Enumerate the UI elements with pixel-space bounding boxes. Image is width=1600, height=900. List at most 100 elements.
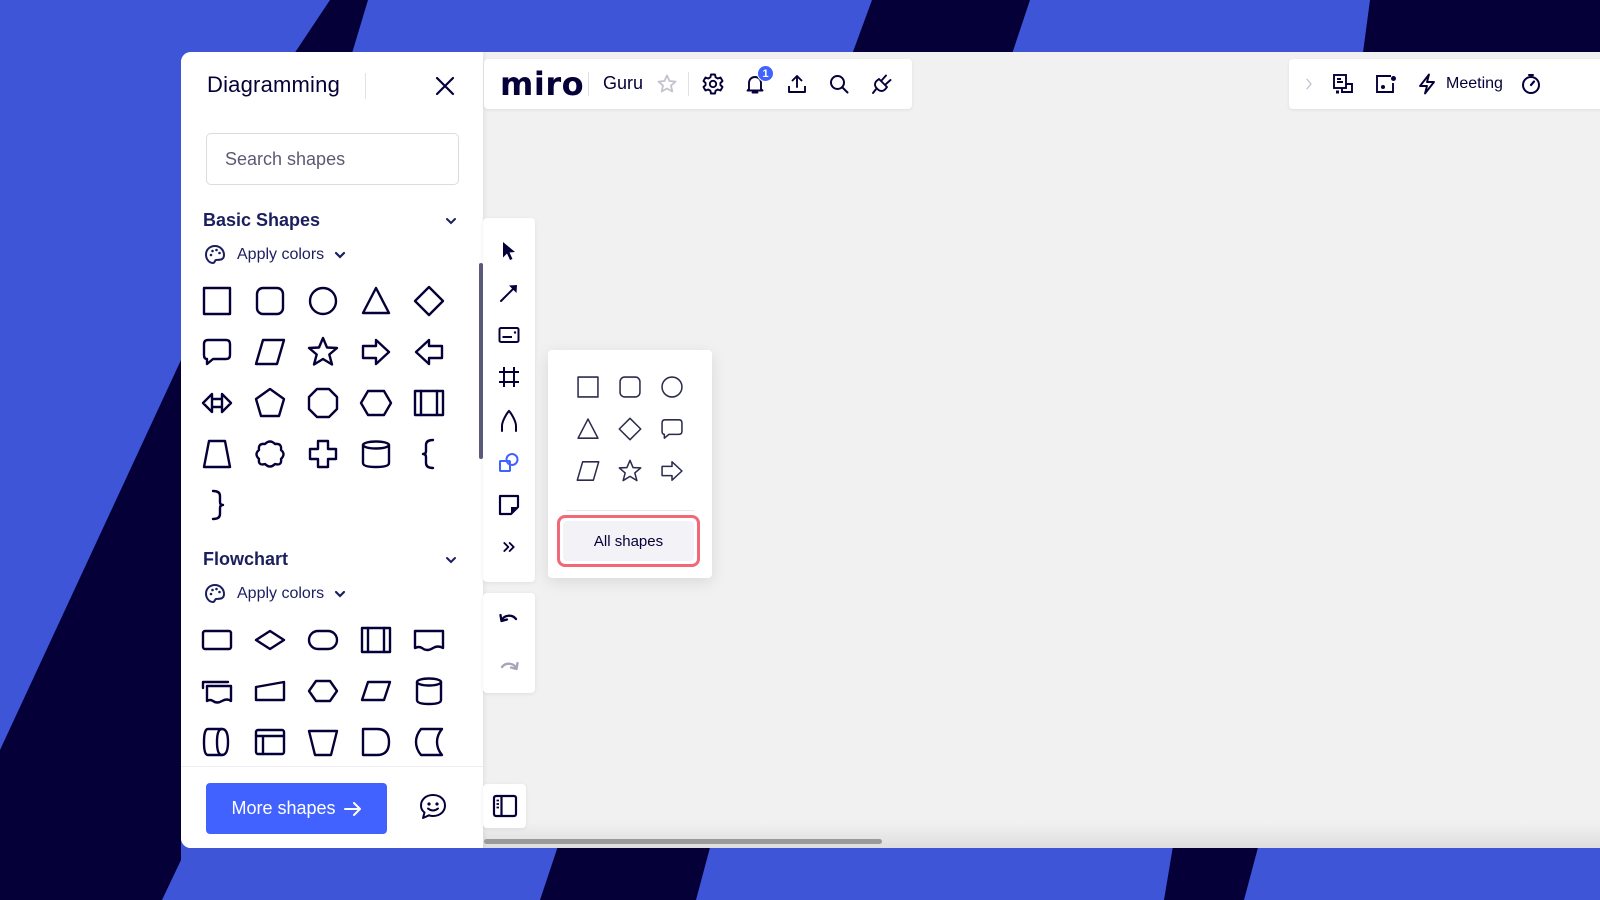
apply-colors-basic[interactable]: Apply colors: [203, 242, 346, 268]
shape-star[interactable]: [613, 454, 647, 488]
tool-sticky-note[interactable]: [495, 491, 523, 519]
chevron-down-icon: [446, 557, 456, 564]
miro-logo[interactable]: miro: [500, 65, 584, 103]
shape-decision[interactable]: [248, 618, 292, 662]
tool-frame[interactable]: [495, 363, 523, 391]
shape-arrow-right[interactable]: [655, 454, 689, 488]
tool-text[interactable]: [495, 321, 523, 349]
shape-triangle[interactable]: [354, 279, 398, 323]
board-name[interactable]: Guru: [603, 73, 643, 94]
shape-trapezoid[interactable]: [195, 432, 239, 476]
shape-rectangle[interactable]: [571, 370, 605, 404]
notification-badge: 1: [757, 65, 774, 82]
shape-arrow-left-right[interactable]: [195, 381, 239, 425]
cross-icon: [308, 439, 338, 469]
presentation-button[interactable]: [1329, 70, 1357, 98]
apps-button[interactable]: [868, 70, 896, 98]
hexagon-icon: [359, 389, 393, 417]
arrow-line-icon: [500, 285, 517, 302]
shape-predefined-process[interactable]: [354, 618, 398, 662]
close-panel-button[interactable]: [431, 72, 459, 100]
expand-button[interactable]: [1299, 70, 1319, 98]
tool-select[interactable]: [495, 237, 523, 265]
shape-brace-right[interactable]: [195, 483, 239, 527]
settings-button[interactable]: [699, 70, 727, 98]
section-flowchart[interactable]: Flowchart: [203, 549, 461, 575]
star-icon: [307, 336, 339, 366]
horizontal-scrollbar[interactable]: [484, 839, 882, 844]
more-shapes-button[interactable]: More shapes: [206, 783, 387, 834]
redo-button[interactable]: [495, 652, 523, 680]
tool-connection-line[interactable]: [495, 279, 523, 307]
shape-process[interactable]: [195, 618, 239, 662]
section-basic-shapes[interactable]: Basic Shapes: [203, 210, 461, 236]
frame-icon: [499, 367, 519, 387]
shape-pentagon[interactable]: [248, 381, 292, 425]
shape-terminator[interactable]: [301, 618, 345, 662]
shape-cross[interactable]: [301, 432, 345, 476]
shape-arrow-right[interactable]: [354, 330, 398, 374]
shape-preparation[interactable]: [301, 669, 345, 713]
shape-document[interactable]: [407, 618, 451, 662]
shape-diamond[interactable]: [407, 279, 451, 323]
shape-database[interactable]: [407, 669, 451, 713]
frames-panel-button[interactable]: [483, 784, 526, 828]
cylinder-icon: [361, 440, 391, 469]
meeting-button[interactable]: [1413, 70, 1441, 98]
shapes-popover: All shapes: [548, 350, 712, 578]
sticky-note-icon: [498, 494, 520, 516]
timer-button[interactable]: [1517, 70, 1545, 98]
shape-triangle[interactable]: [571, 412, 605, 446]
canvas-bottom-edge: [483, 822, 1600, 848]
search-button[interactable]: [825, 70, 853, 98]
shape-predefined-process[interactable]: [407, 381, 451, 425]
shape-rectangle[interactable]: [195, 279, 239, 323]
shape-stored-data[interactable]: [407, 720, 451, 764]
star-board-button[interactable]: [653, 70, 681, 98]
share-button[interactable]: [783, 70, 811, 98]
predefined-process-icon: [413, 389, 445, 417]
screen-share-button[interactable]: [1372, 70, 1400, 98]
circle-icon: [661, 376, 683, 398]
shape-circle[interactable]: [301, 279, 345, 323]
palette-icon: [204, 244, 226, 265]
delay-icon: [361, 727, 391, 757]
notifications-button[interactable]: 1: [741, 65, 774, 98]
shape-hexagon[interactable]: [354, 381, 398, 425]
shape-rounded-rectangle[interactable]: [613, 370, 647, 404]
tool-pen[interactable]: [495, 407, 523, 435]
shape-manual-operation[interactable]: [301, 720, 345, 764]
shape-brace-left[interactable]: [407, 432, 451, 476]
shape-circle[interactable]: [655, 370, 689, 404]
feedback-button[interactable]: [417, 791, 449, 823]
shape-data[interactable]: [354, 669, 398, 713]
shape-speech-bubble[interactable]: [195, 330, 239, 374]
shape-arrow-left[interactable]: [407, 330, 451, 374]
shape-parallelogram[interactable]: [248, 330, 292, 374]
shape-internal-storage[interactable]: [248, 720, 292, 764]
apply-colors-flowchart[interactable]: Apply colors: [203, 581, 346, 607]
shape-cloud[interactable]: [248, 432, 292, 476]
shape-multi-document[interactable]: [195, 669, 239, 713]
shape-speech-bubble[interactable]: [655, 412, 689, 446]
shape-delay[interactable]: [354, 720, 398, 764]
undo-button[interactable]: [495, 604, 523, 632]
shape-diamond[interactable]: [613, 412, 647, 446]
search-shapes-input[interactable]: [206, 133, 459, 185]
shape-parallelogram[interactable]: [571, 454, 605, 488]
miro-board-window: Diagramming Basic Shapes Apply colors Fl: [181, 52, 1600, 848]
tool-shapes[interactable]: [495, 449, 523, 477]
screen-share-icon: [1376, 75, 1396, 93]
shape-rounded-rectangle[interactable]: [248, 279, 292, 323]
manual-operation-icon: [307, 729, 339, 757]
board-header: miro Guru 1: [484, 59, 912, 109]
shape-octagon[interactable]: [301, 381, 345, 425]
shape-direct-access-storage[interactable]: [195, 720, 239, 764]
shape-manual-input[interactable]: [248, 669, 292, 713]
meeting-label[interactable]: Meeting: [1446, 75, 1503, 93]
shape-star[interactable]: [301, 330, 345, 374]
tool-more[interactable]: [495, 533, 523, 561]
all-shapes-button[interactable]: All shapes: [557, 515, 700, 567]
divider: [566, 510, 694, 511]
shape-cylinder[interactable]: [354, 432, 398, 476]
